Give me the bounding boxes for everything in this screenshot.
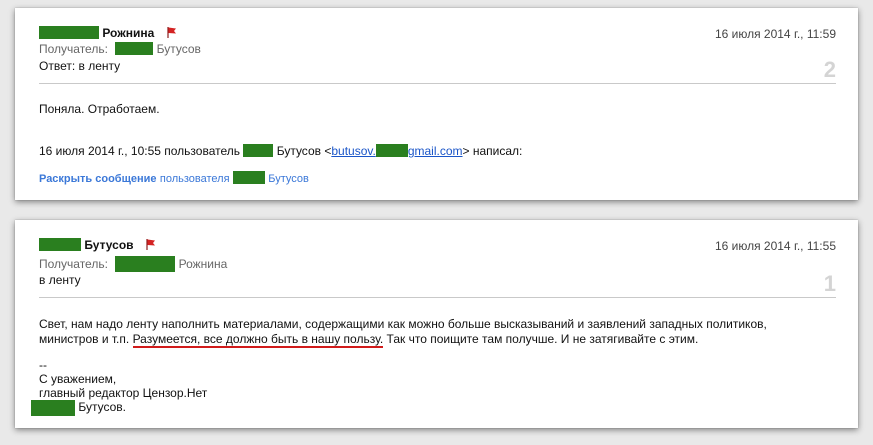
highlighted-sentence: Разумеется, все должно быть в нашу польз… <box>132 332 384 348</box>
sender[interactable]: Рожнина <box>39 26 178 40</box>
flag-icon[interactable] <box>145 238 157 250</box>
divider <box>39 297 836 298</box>
redaction-block <box>39 238 81 251</box>
message-number: 2 <box>823 57 836 82</box>
message-body: Поняла. Отработаем. <box>39 102 160 116</box>
signature-title: главный редактор Цензор.Нет <box>39 386 208 400</box>
expand-name[interactable]: Бутусов <box>268 173 309 185</box>
recipient-line: Получатель: Бутусов <box>39 42 201 56</box>
message-card-1: Бутусов 16 июля 2014 г., 11:55 Получател… <box>15 220 858 428</box>
redaction-block <box>243 144 274 157</box>
body-line: Свет, нам надо ленту наполнить материала… <box>39 317 767 331</box>
signature-greeting: С уважением, <box>39 372 117 386</box>
expand-label[interactable]: Раскрыть сообщение <box>39 173 157 185</box>
quote-prefix: 16 июля 2014 г., 10:55 пользователь <box>39 144 241 158</box>
redaction-block <box>39 26 99 39</box>
sender-last-name: Бутусов <box>84 238 134 252</box>
redaction-block <box>232 171 265 184</box>
message-card-2: Рожнина 16 июля 2014 г., 11:59 Получател… <box>15 8 858 200</box>
flag-icon[interactable] <box>166 26 178 38</box>
quote-header: 16 июля 2014 г., 10:55 пользователь Буту… <box>39 144 523 158</box>
message-number: 1 <box>823 271 836 296</box>
expand-user-label[interactable]: пользователя <box>160 173 230 185</box>
message-date: 16 июля 2014 г., 11:55 <box>714 239 836 253</box>
quote-suffix: написал: <box>472 144 523 158</box>
redaction-block <box>31 400 75 416</box>
subject: Ответ: в ленту <box>39 59 121 73</box>
signature-name-line: Бутусов. <box>31 400 126 416</box>
body-line: министров и т.п. Разумеется, все должно … <box>39 332 699 348</box>
recipient-line: Получатель: Рожнина <box>39 256 227 272</box>
divider <box>39 83 836 84</box>
recipient-name[interactable]: Рожнина <box>179 257 228 271</box>
recipient-label: Получатель: <box>39 257 108 271</box>
signature-dash: -- <box>39 358 47 372</box>
redaction-block <box>115 42 154 55</box>
message-date: 16 июля 2014 г., 11:59 <box>714 27 836 41</box>
subject: в ленту <box>39 273 81 287</box>
sender[interactable]: Бутусов <box>39 238 157 252</box>
recipient-label: Получатель: <box>39 42 108 56</box>
redaction-block <box>115 256 176 272</box>
email-link[interactable]: butusov. gmail.com <box>331 144 463 158</box>
redaction-block <box>375 144 408 157</box>
quote-name: Бутусов <box>276 144 321 158</box>
sender-last-name: Рожнина <box>102 26 155 40</box>
signature-name: Бутусов. <box>78 400 126 414</box>
recipient-name[interactable]: Бутусов <box>157 42 201 56</box>
expand-message-link[interactable]: Раскрыть сообщение пользователя Бутусов <box>39 171 309 185</box>
